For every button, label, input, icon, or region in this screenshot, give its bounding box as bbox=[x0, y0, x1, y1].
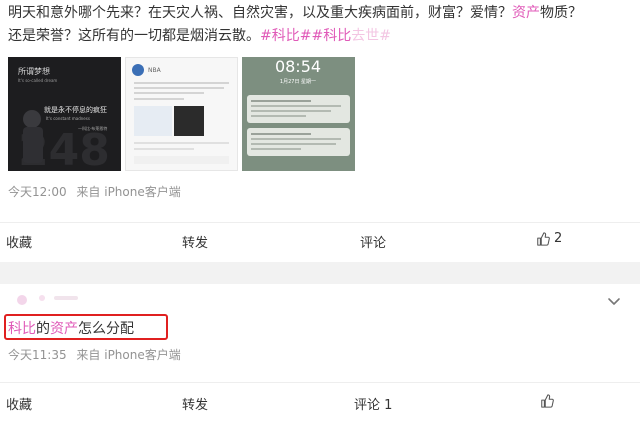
image-thumbnail-2[interactable]: NBA bbox=[125, 57, 238, 171]
comment-repost-button[interactable]: 转发 bbox=[182, 394, 208, 413]
expand-chevron-icon[interactable] bbox=[606, 294, 622, 308]
highlight-keyword: 资产 bbox=[512, 5, 540, 21]
tag-kobe-2[interactable]: #科比 bbox=[311, 28, 351, 44]
post-line-1: 明天和意外哪个先来？在天灾人祸、自然灾害，以及重大疾病面前，财富？爱情？资产物质… bbox=[8, 5, 582, 21]
divider bbox=[0, 222, 640, 223]
comment-button[interactable]: 评论 bbox=[360, 232, 386, 251]
tag-kobe-1[interactable]: #科比# bbox=[260, 28, 311, 44]
image-thumbnail-3[interactable]: 08:54 1月27日 星期一 bbox=[242, 57, 355, 171]
divider bbox=[0, 382, 640, 383]
svg-text:It's so-called dream: It's so-called dream bbox=[18, 78, 57, 83]
comment-like-button[interactable] bbox=[540, 393, 554, 412]
post-meta: 今天12:00 来自 iPhone客户端 bbox=[8, 183, 181, 200]
faded-avatar-icon bbox=[17, 295, 78, 305]
post-timestamp: 今天12:00 bbox=[8, 185, 67, 199]
tag-died[interactable]: 去世# bbox=[351, 28, 391, 44]
svg-text:—科比·布莱恩特: —科比·布莱恩特 bbox=[78, 125, 107, 131]
thumbs-up-icon bbox=[537, 231, 550, 246]
post-line-2: 还是荣誉？这所有的一切都是烟消云散。#科比##科比去世# bbox=[8, 28, 391, 44]
image-quote: 就是永不停息的疯狂 bbox=[44, 105, 107, 114]
comment-comment-button[interactable]: 评论 1 bbox=[354, 394, 392, 413]
like-button[interactable]: 2 bbox=[536, 231, 562, 246]
svg-text:NBA: NBA bbox=[148, 67, 162, 74]
post-source[interactable]: 来自 iPhone客户端 bbox=[76, 185, 180, 199]
nba-statement-image: NBA bbox=[126, 58, 237, 170]
comment-meta: 今天11:35 来自 iPhone客户端 bbox=[8, 346, 181, 363]
highlight-box bbox=[4, 314, 168, 340]
collect-button[interactable]: 收藏 bbox=[6, 232, 32, 251]
comment-timestamp: 今天11:35 bbox=[8, 348, 67, 362]
svg-text:It's constant madness: It's constant madness bbox=[46, 116, 90, 121]
section-separator bbox=[0, 262, 640, 284]
repost-button[interactable]: 转发 bbox=[182, 232, 208, 251]
post-text: 明天和意外哪个先来？在天灾人祸、自然灾害，以及重大疾病面前，财富？爱情？资产物质… bbox=[8, 2, 634, 48]
lockscreen-image: 08:54 1月27日 星期一 bbox=[242, 57, 355, 171]
lock-time: 08:54 bbox=[275, 57, 321, 76]
svg-text:1月27日 星期一: 1月27日 星期一 bbox=[280, 79, 316, 85]
image-thumbnail-1[interactable]: 248 所谓梦想 It's so-called dream 就是永不停息的疯狂 … bbox=[8, 57, 121, 171]
avatar[interactable] bbox=[12, 291, 82, 307]
thumbs-up-icon bbox=[541, 394, 554, 408]
comment-collect-button[interactable]: 收藏 bbox=[6, 394, 32, 413]
like-count: 2 bbox=[554, 231, 563, 246]
kobe-quote-image: 248 所谓梦想 It's so-called dream 就是永不停息的疯狂 … bbox=[8, 57, 121, 171]
image-title: 所谓梦想 bbox=[18, 66, 50, 76]
comment-source[interactable]: 来自 iPhone客户端 bbox=[76, 348, 180, 362]
